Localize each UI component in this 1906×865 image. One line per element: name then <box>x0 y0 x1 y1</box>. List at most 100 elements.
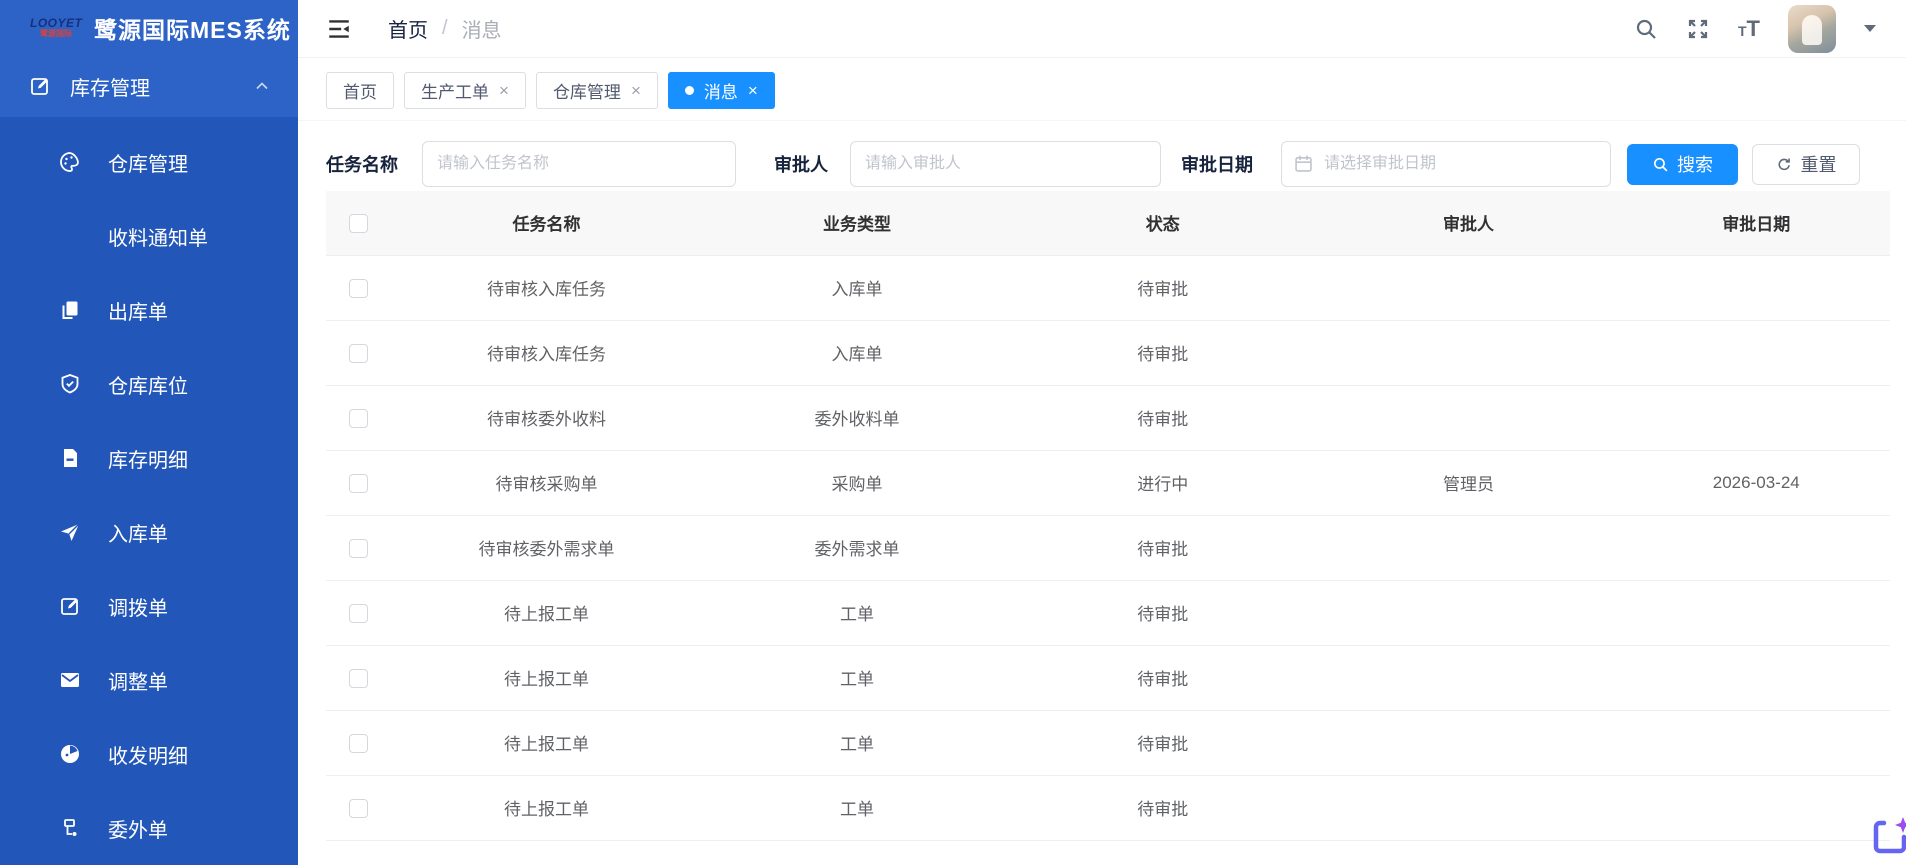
cell-status: 待审批 <box>1011 255 1314 320</box>
cell-status: 待审批 <box>1011 385 1314 450</box>
cell-approver <box>1314 515 1622 580</box>
cell-approver <box>1314 255 1622 320</box>
search-button[interactable]: 搜索 <box>1627 144 1738 185</box>
copy-icon <box>58 298 82 322</box>
app-root: { "app": { "logo_text": "LOOYET", "logo_… <box>0 0 1906 865</box>
tab-production-order[interactable]: 生产工单× <box>404 72 526 109</box>
cell-task: 待上报工单 <box>390 580 703 645</box>
chevron-up-icon[interactable] <box>252 76 272 96</box>
table-row: 待审核采购单采购单进行中管理员2026-03-24 <box>326 450 1890 515</box>
row-checkbox[interactable] <box>349 344 368 363</box>
row-checkbox[interactable] <box>349 734 368 753</box>
row-checkbox[interactable] <box>349 604 368 623</box>
cell-task: 待上报工单 <box>390 645 703 710</box>
tab-close-icon[interactable]: × <box>748 82 758 99</box>
cell-type: 工单 <box>703 775 1011 840</box>
column-header: 任务名称 <box>390 191 703 255</box>
cell-date <box>1623 580 1891 645</box>
tab-bar: 首页 生产工单× 仓库管理× 消息× <box>298 58 1906 121</box>
cell-task: 待上报工单 <box>390 775 703 840</box>
approve-date-input[interactable] <box>1281 141 1611 187</box>
cell-task: 待审核入库任务 <box>390 320 703 385</box>
cell-date <box>1623 710 1891 775</box>
column-header: 状态 <box>1011 191 1314 255</box>
font-size-icon[interactable]: TT <box>1738 16 1760 42</box>
table-row: 待审核入库任务入库单待审批 <box>326 255 1890 320</box>
cell-type: 工单 <box>703 580 1011 645</box>
cell-type: 委外需求单 <box>703 515 1011 580</box>
sidebar-item-transfer-order[interactable]: 调拨单 <box>0 569 298 643</box>
table-row: 待上报工单工单待审批 <box>326 645 1890 710</box>
row-checkbox[interactable] <box>349 409 368 428</box>
cell-task: 待审核委外需求单 <box>390 515 703 580</box>
topbar-actions: TT <box>1634 5 1876 53</box>
fullscreen-icon[interactable] <box>1686 17 1710 41</box>
ai-assistant-icon[interactable] <box>1870 815 1906 861</box>
menu-fold-icon[interactable] <box>326 16 352 42</box>
sidebar-section-inventory-management[interactable]: 库存管理 <box>0 56 298 117</box>
sidebar-item-warehouse-management[interactable]: 仓库管理 <box>0 125 298 199</box>
cell-task: 待审核委外收料 <box>390 385 703 450</box>
cell-date <box>1623 255 1891 320</box>
table-row: 待上报工单工单待审批 <box>326 775 1890 840</box>
cell-task: 待上报工单 <box>390 710 703 775</box>
sidebar-section-label: 库存管理 <box>70 72 252 101</box>
row-checkbox[interactable] <box>349 279 368 298</box>
palette-icon <box>58 150 82 174</box>
cell-date: 2026-03-24 <box>1623 450 1891 515</box>
breadcrumb-separator: / <box>442 17 448 40</box>
cell-status: 进行中 <box>1011 450 1314 515</box>
tab-close-icon[interactable]: × <box>499 82 509 99</box>
user-avatar[interactable] <box>1788 5 1836 53</box>
cell-type: 工单 <box>703 645 1011 710</box>
cell-date <box>1623 385 1891 450</box>
cell-status: 待审批 <box>1011 580 1314 645</box>
tab-home[interactable]: 首页 <box>326 72 394 109</box>
row-checkbox[interactable] <box>349 539 368 558</box>
task-name-input[interactable] <box>422 141 736 187</box>
column-header: 业务类型 <box>703 191 1011 255</box>
sidebar-item-label: 入库单 <box>108 518 168 547</box>
logo-subtext: 鹭源国际 <box>30 30 82 39</box>
approver-input[interactable] <box>850 141 1161 187</box>
column-header: 审批日期 <box>1623 191 1891 255</box>
sidebar-item-inventory-detail[interactable]: 库存明细 <box>0 421 298 495</box>
caret-down-icon[interactable] <box>1864 25 1876 32</box>
cell-approver <box>1314 385 1622 450</box>
sidebar-item-outbound-order[interactable]: 出库单 <box>0 273 298 347</box>
tab-close-icon[interactable]: × <box>631 82 641 99</box>
mail-icon <box>58 668 82 692</box>
search-icon[interactable] <box>1634 17 1658 41</box>
breadcrumb-home[interactable]: 首页 <box>388 14 428 43</box>
cell-date <box>1623 320 1891 385</box>
cell-approver <box>1314 645 1622 710</box>
row-checkbox[interactable] <box>349 799 368 818</box>
file-text-icon <box>58 446 82 470</box>
reset-button-label: 重置 <box>1801 151 1837 177</box>
cell-approver: 管理员 <box>1314 450 1622 515</box>
row-checkbox[interactable] <box>349 474 368 493</box>
table-row: 待审核入库任务入库单待审批 <box>326 320 1890 385</box>
cell-status: 待审批 <box>1011 775 1314 840</box>
sidebar-item-inbound-order[interactable]: 入库单 <box>0 495 298 569</box>
sidebar-item-receipt-dispatch-detail[interactable]: 收发明细 <box>0 717 298 791</box>
tab-warehouse-management[interactable]: 仓库管理× <box>536 72 658 109</box>
sidebar-item-receiving-notice[interactable]: 收料通知单 <box>0 199 298 273</box>
select-all-checkbox[interactable] <box>349 214 368 233</box>
cell-type: 入库单 <box>703 255 1011 320</box>
sidebar-item-label: 收发明细 <box>108 740 188 769</box>
approver-label: 审批人 <box>774 151 828 177</box>
cell-status: 待审批 <box>1011 710 1314 775</box>
tab-message[interactable]: 消息× <box>668 72 775 109</box>
send-icon <box>58 520 82 544</box>
sidebar-item-outsourcing-order[interactable]: 委外单 <box>0 791 298 865</box>
sidebar-item-warehouse-location[interactable]: 仓库库位 <box>0 347 298 421</box>
tab-label: 首页 <box>343 78 377 103</box>
row-checkbox[interactable] <box>349 669 368 688</box>
sidebar-item-adjustment-order[interactable]: 调整单 <box>0 643 298 717</box>
cell-date <box>1623 775 1891 840</box>
cell-approver <box>1314 775 1622 840</box>
sidebar-item-label: 收料通知单 <box>108 222 208 251</box>
reset-button[interactable]: 重置 <box>1752 144 1860 185</box>
logo-row: LOOYET 鹭源国际 鹭源国际MES系统 <box>0 0 298 56</box>
